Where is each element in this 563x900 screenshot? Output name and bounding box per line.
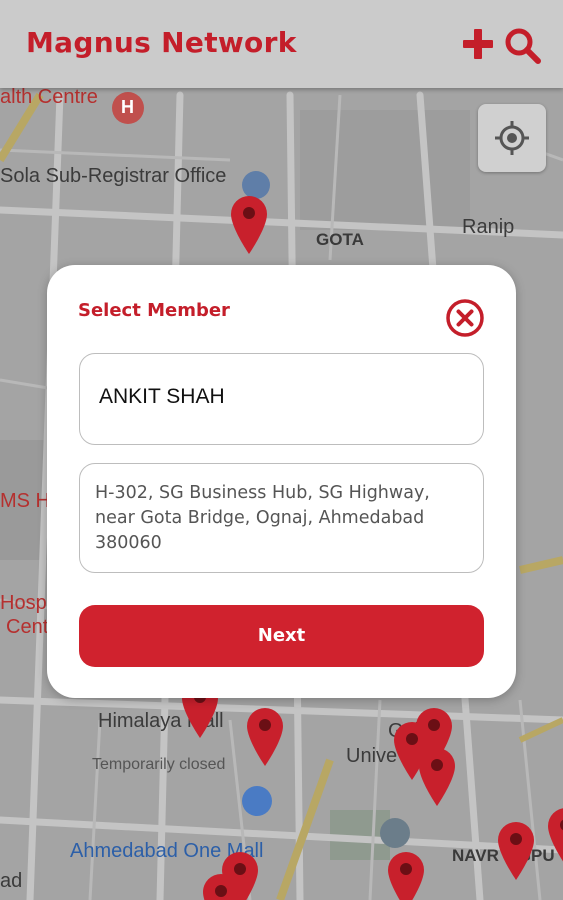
close-circle-icon[interactable] bbox=[445, 298, 485, 338]
member-address-value: H-302, SG Business Hub, SG Highway, near… bbox=[95, 483, 430, 553]
map-pin-icon[interactable] bbox=[546, 806, 563, 868]
map-pin-icon[interactable] bbox=[496, 820, 536, 882]
shopping-bag-icon bbox=[242, 786, 272, 816]
select-member-dialog: Select Member ANKIT SHAH H-302, SG Busin… bbox=[47, 265, 516, 698]
map-pin-icon[interactable] bbox=[229, 194, 269, 256]
map-label-ranip: Ranip bbox=[462, 216, 515, 238]
member-name-value: ANKIT SHAH bbox=[99, 385, 225, 408]
dialog-title: Select Member bbox=[78, 300, 230, 321]
map-pin-icon[interactable] bbox=[245, 706, 285, 768]
search-icon[interactable] bbox=[503, 26, 543, 66]
map-label-cent: Cent bbox=[6, 616, 49, 638]
map-pin-icon[interactable] bbox=[386, 850, 426, 900]
next-button-label: Next bbox=[257, 625, 306, 646]
app-title: Magnus Network bbox=[26, 26, 297, 59]
school-icon bbox=[380, 818, 410, 848]
my-location-button[interactable] bbox=[478, 104, 546, 172]
map-pin-icon[interactable] bbox=[201, 872, 241, 900]
map-label-gujarat-univ-2: Unive bbox=[346, 745, 398, 767]
hospital-icon: H bbox=[112, 92, 144, 124]
map-label-sola-office: Sola Sub-Registrar Office bbox=[0, 165, 227, 187]
map-label-health-centre: alth Centre bbox=[0, 86, 98, 108]
map-label-gota: GOTA bbox=[316, 230, 364, 249]
map-label-temporarily-closed: Temporarily closed bbox=[92, 756, 226, 773]
next-button[interactable]: Next bbox=[79, 605, 484, 667]
map-label-ms-h: MS H bbox=[0, 490, 50, 512]
member-address-field[interactable]: H-302, SG Business Hub, SG Highway, near… bbox=[79, 463, 484, 573]
member-name-field[interactable]: ANKIT SHAH bbox=[79, 353, 484, 445]
plus-icon[interactable] bbox=[460, 26, 496, 62]
app-header: Magnus Network bbox=[0, 0, 563, 88]
map-label-ad: ad bbox=[0, 870, 23, 892]
my-location-icon bbox=[495, 121, 529, 155]
map-pin-icon[interactable] bbox=[417, 746, 457, 808]
